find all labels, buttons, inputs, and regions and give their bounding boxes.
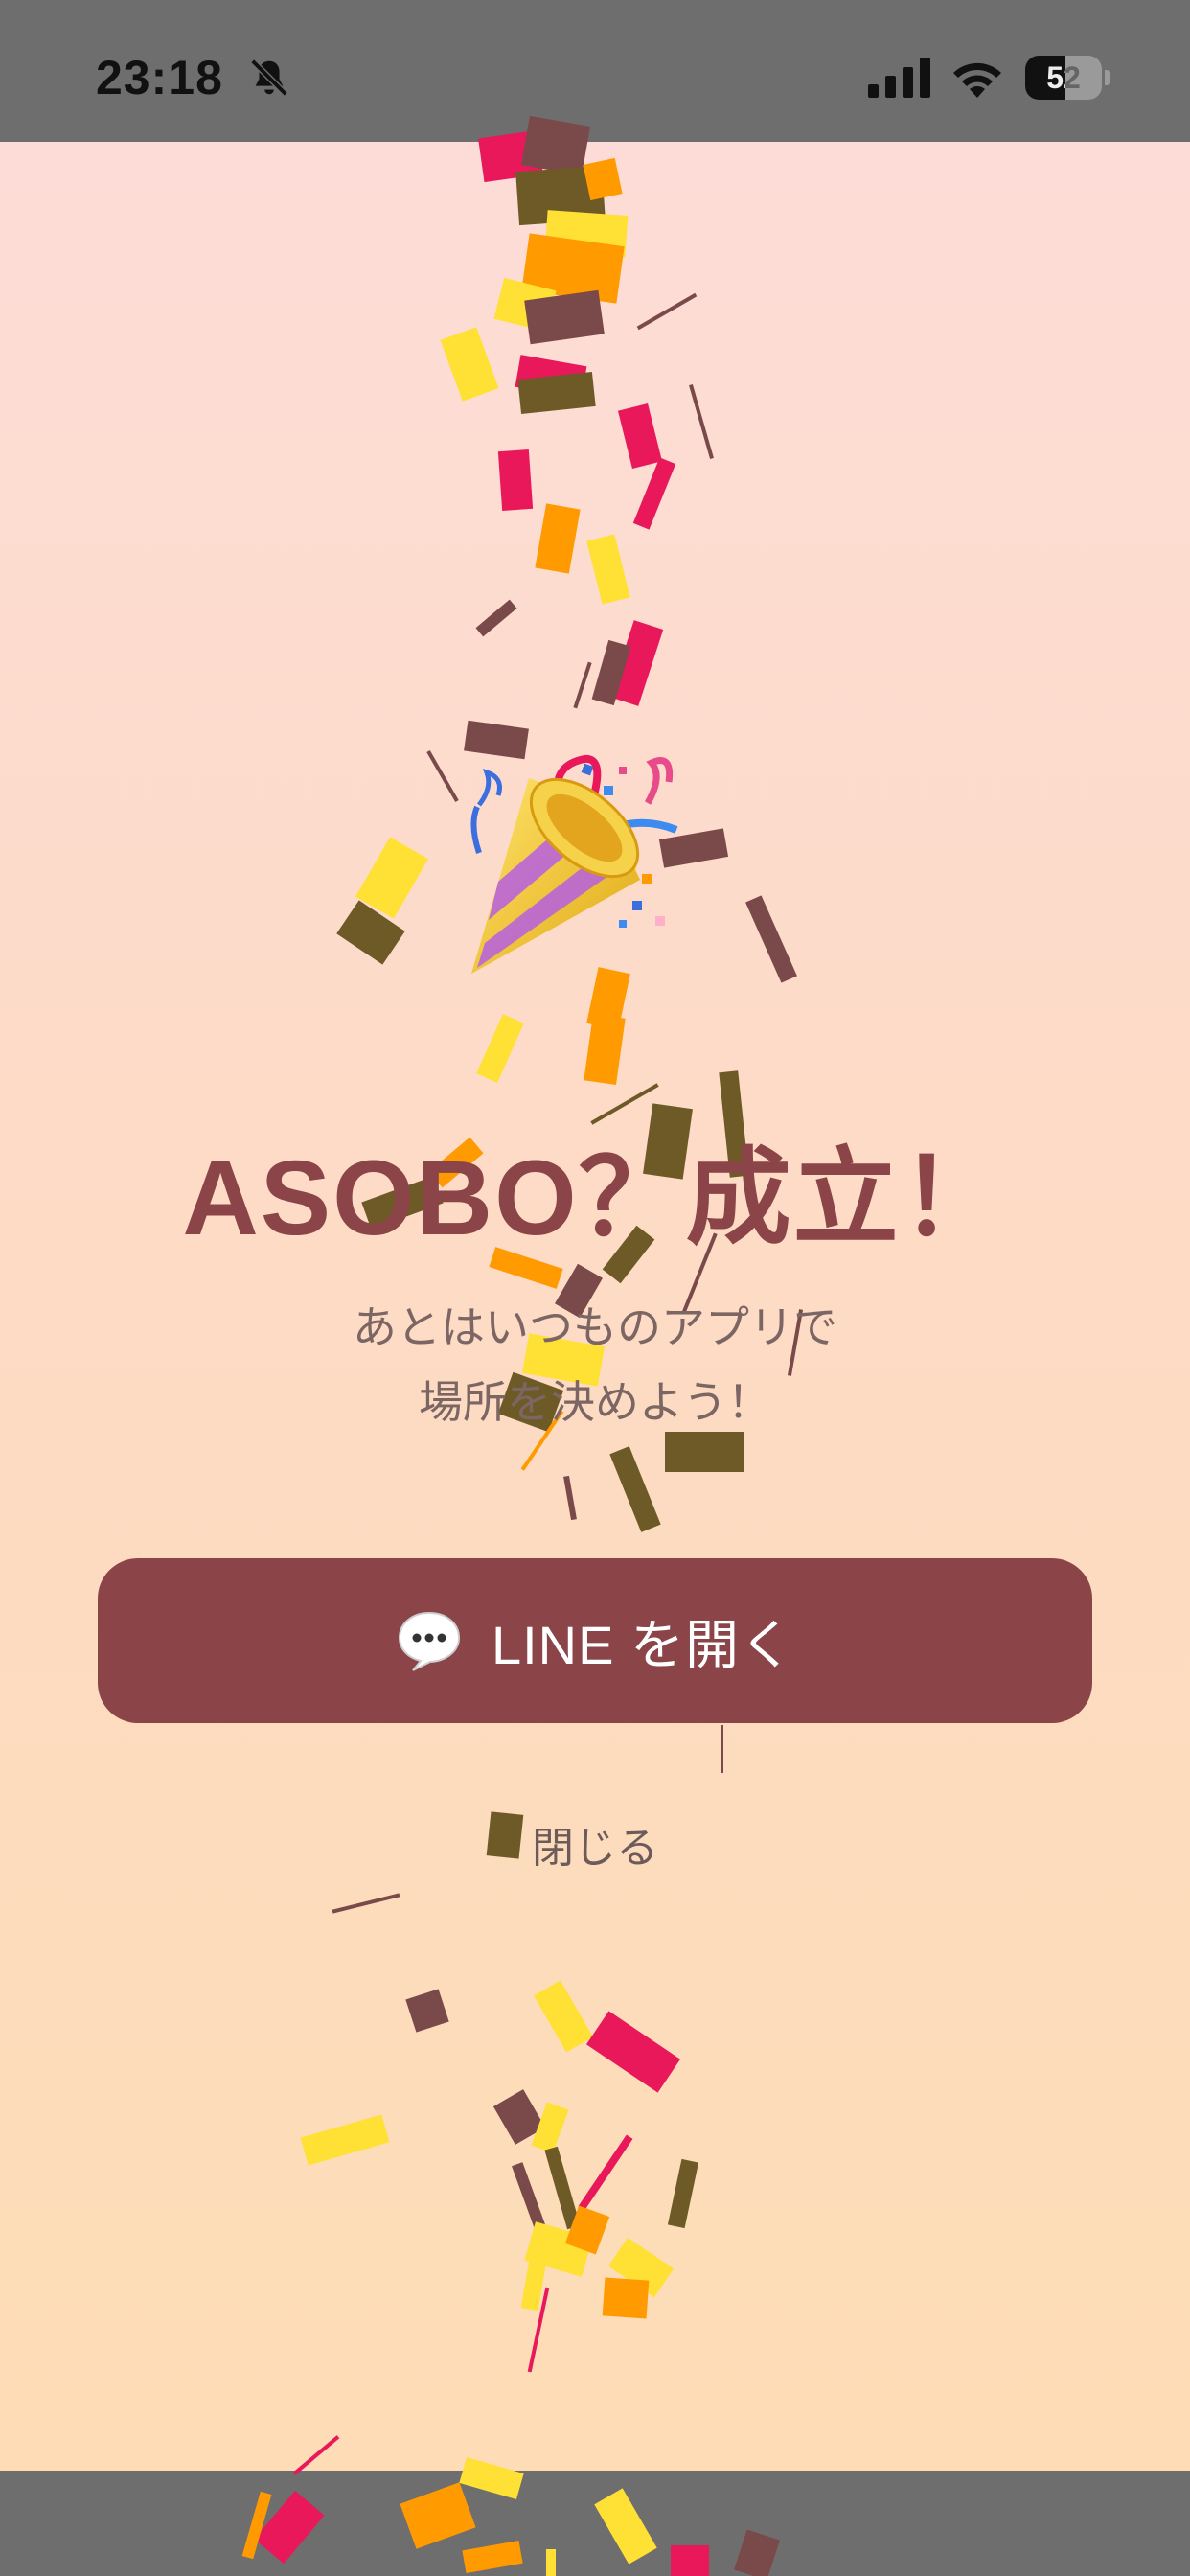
confetti-decoration	[241, 115, 804, 2576]
bell-off-icon	[250, 58, 288, 97]
subtitle-line-2: 場所を決めよう！	[419, 1377, 771, 1427]
page-title: ASOBO？成立！	[182, 1139, 1008, 1257]
open-line-button[interactable]: LINE を開く	[98, 1558, 1092, 1723]
speech-bubble-icon	[398, 1611, 460, 1671]
subtitle: あとはいつものアプリで 場所を決めよう！	[0, 1290, 1190, 1439]
home-indicator-bar	[0, 2471, 1190, 2576]
open-line-button-label: LINE を開く	[491, 1614, 795, 1675]
close-button[interactable]: 閉じる	[0, 1813, 1190, 1874]
status-time: 23:18	[96, 51, 223, 104]
wifi-icon	[953, 62, 1001, 98]
battery-icon: 52	[1025, 56, 1110, 100]
match-success-screen: 23:18 52 ASOBO？成立！ あとはいつものアプリで 場所を決めよう！ …	[0, 0, 1190, 2576]
signal-icon	[868, 58, 930, 98]
status-bar: 23:18 52	[0, 0, 1190, 142]
battery-level: 52	[1046, 60, 1081, 95]
party-popper-icon	[470, 754, 678, 974]
subtitle-line-1: あとはいつものアプリで	[353, 1302, 837, 1352]
